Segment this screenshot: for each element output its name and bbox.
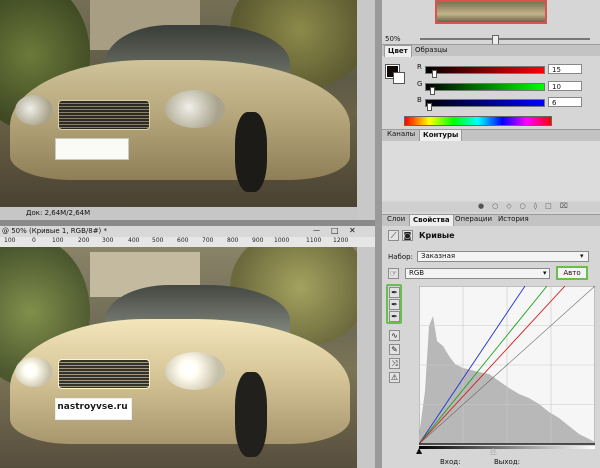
black-point-eyedropper-icon[interactable]: ✒ (389, 287, 400, 298)
ruler-tick: 1000 (274, 237, 290, 244)
curves-graph[interactable] (419, 286, 595, 446)
top-image (0, 0, 357, 207)
tab-layers[interactable]: Слои (384, 214, 408, 225)
pencil-icon[interactable]: ✎ (389, 344, 400, 355)
ruler-tick: 100 (4, 237, 16, 244)
spectrum-bar[interactable] (404, 116, 552, 126)
preset-dropdown-chevron-icon[interactable]: ▾ (580, 252, 584, 260)
tab-actions[interactable]: Операции (452, 214, 495, 225)
channel-dropdown[interactable]: RGB (405, 268, 550, 279)
tab-properties[interactable]: Свойства (409, 214, 454, 226)
preset-dropdown[interactable]: Заказная (417, 251, 589, 262)
paths-list (382, 141, 600, 201)
input-gradient-bar (419, 446, 595, 449)
zoom-slider[interactable] (420, 38, 590, 40)
vertical-scrollbar[interactable] (357, 247, 375, 468)
slider-thumb-r[interactable] (432, 70, 438, 78)
tab-channels[interactable]: Каналы (384, 129, 418, 140)
maximize-button[interactable]: □ (331, 226, 339, 235)
black-point-slider[interactable]: ▲ (416, 446, 422, 455)
ruler-tick: 800 (227, 237, 239, 244)
gray-point-eyedropper-icon[interactable]: ✒ (389, 299, 400, 310)
close-button[interactable]: ✕ (349, 226, 356, 235)
minimize-button[interactable]: — (313, 226, 320, 234)
ruler-tick: 100 (52, 237, 64, 244)
tab-paths[interactable]: Контуры (419, 129, 463, 141)
ruler-tick: 1200 (333, 237, 349, 244)
license-plate-text: nastroyvse.ru (57, 402, 128, 412)
slider-thumb-g[interactable] (429, 87, 435, 95)
channel-dropdown-chevron-icon[interactable]: ▾ (543, 269, 547, 277)
label-g: G (417, 80, 423, 88)
top-status-bar: Док: 2,64M/2,64M (0, 207, 357, 221)
ruler-tick: 700 (202, 237, 214, 244)
slider-r[interactable] (425, 66, 545, 74)
top-status-text: Док: 2,64M/2,64M (26, 209, 91, 217)
license-plate-blank (55, 138, 129, 160)
auto-button[interactable]: Авто (556, 266, 588, 280)
input-label: Вход: (440, 458, 461, 466)
white-point-eyedropper-icon[interactable]: ✒ (389, 311, 400, 322)
navigator-zoom[interactable]: 50% (385, 35, 401, 43)
navigator-thumbnail[interactable] (435, 0, 547, 24)
ruler-tick: 1100 (306, 237, 322, 244)
ruler-tick: 900 (252, 237, 264, 244)
slider-thumb-b[interactable] (427, 103, 433, 111)
value-r[interactable]: 15 (548, 64, 582, 74)
document-title: @ 50% (Кривые 1, RGB/8#) * (2, 227, 108, 235)
curves-icon: ⟋ (388, 230, 399, 241)
ruler-tick: 400 (128, 237, 140, 244)
tab-swatches[interactable]: Образцы (412, 45, 451, 56)
ruler-tick: 600 (177, 237, 189, 244)
target-adjust-icon[interactable]: ☞ (388, 268, 399, 279)
paths-toolbar: ●○◇○◊□⌧ (382, 202, 600, 212)
white-point-slider[interactable]: △ (490, 446, 496, 455)
value-g[interactable]: 10 (548, 81, 582, 91)
auto-button-label: Авто (563, 269, 581, 277)
ruler-tick: 500 (152, 237, 164, 244)
properties-title: Кривые (419, 231, 455, 240)
ruler-tick: 300 (102, 237, 114, 244)
curve-edit-icon[interactable]: ∿ (389, 330, 400, 341)
ruler-tick: 0 (32, 237, 36, 244)
tab-history[interactable]: История (495, 214, 532, 225)
output-label: Выход: (494, 458, 520, 466)
ruler-tick: 200 (78, 237, 90, 244)
clipping-warning-icon[interactable]: ⚠ (389, 372, 400, 383)
value-b[interactable]: 6 (548, 97, 582, 107)
document-canvas[interactable]: nastroyvse.ru (0, 247, 357, 468)
background-color-swatch[interactable] (393, 72, 405, 84)
smooth-icon[interactable]: ⤨ (389, 358, 400, 369)
mask-icon[interactable]: ◙ (402, 230, 413, 241)
preset-label: Набор: (388, 253, 413, 261)
slider-b[interactable] (425, 99, 545, 107)
label-r: R (417, 63, 422, 71)
tab-color[interactable]: Цвет (384, 45, 412, 57)
slider-g[interactable] (425, 83, 545, 91)
label-b: B (417, 96, 422, 104)
